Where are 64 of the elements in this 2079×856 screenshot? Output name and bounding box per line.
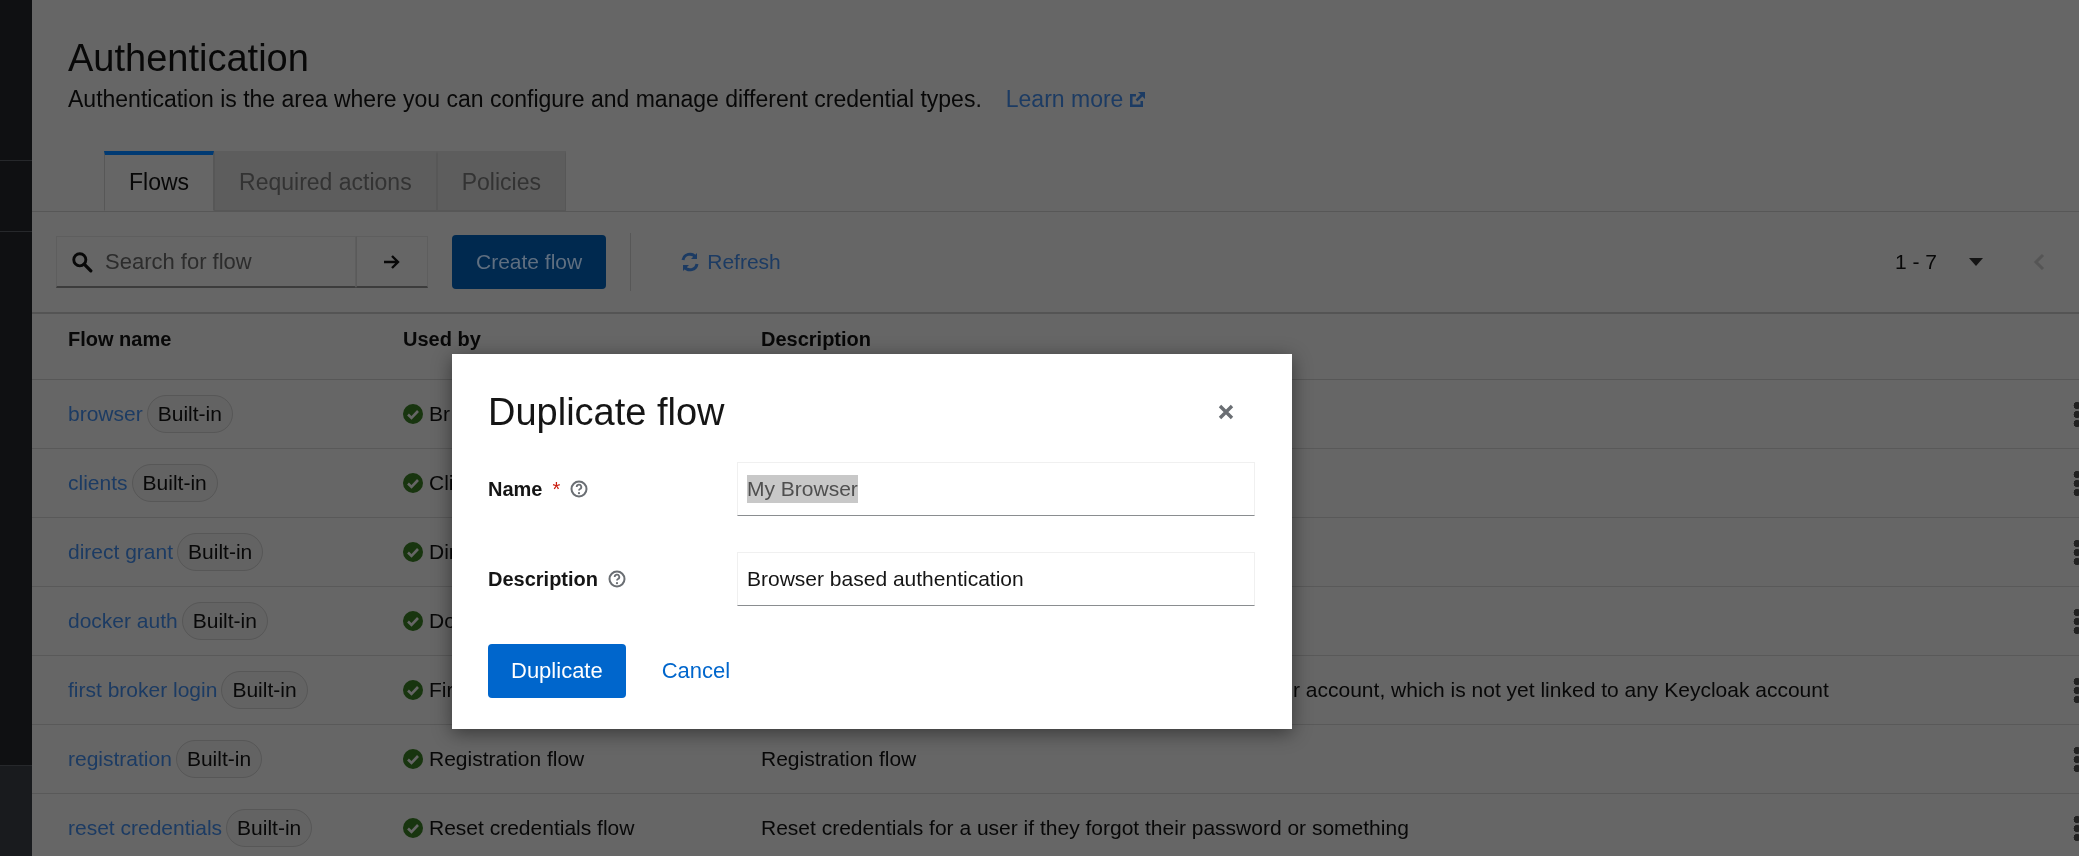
description-text: Registration flow: [761, 747, 917, 771]
check-circle-icon: [403, 749, 423, 769]
kebab-menu-button[interactable]: [2073, 401, 2079, 427]
used-by-text: Cli: [429, 471, 454, 495]
used-by-text: Fir: [429, 678, 454, 702]
flow-name-link[interactable]: clients: [68, 471, 128, 495]
duplicate-button[interactable]: Duplicate: [488, 644, 626, 698]
cancel-link[interactable]: Cancel: [661, 658, 731, 684]
built-in-badge: Built-in: [175, 740, 263, 778]
built-in-badge: Built-in: [226, 809, 313, 847]
built-in-badge: Built-in: [181, 602, 268, 640]
column-header: Description: [761, 328, 872, 350]
help-icon: [608, 570, 627, 588]
tab[interactable]: Flows: [104, 151, 215, 211]
check-circle-icon: [403, 611, 423, 631]
description-text: Reset credentials for a user if they forgot their password or something: [761, 816, 1409, 840]
check-circle-icon: [403, 473, 423, 493]
field-label: Description: [488, 567, 599, 591]
check-circle-icon: [403, 680, 423, 700]
text-field[interactable]: Browser based authentication: [737, 552, 1255, 606]
search-box[interactable]: Search for flow: [56, 236, 356, 288]
caret-down-icon: [1969, 258, 1983, 266]
search-icon: [71, 250, 93, 273]
page-title: Authentication: [68, 36, 310, 80]
check-circle-icon: [403, 818, 423, 838]
external-link-icon: [1127, 89, 1148, 110]
built-in-badge: Built-in: [177, 533, 264, 571]
check-circle-icon: [403, 542, 423, 562]
kebab-menu-button[interactable]: [2073, 539, 2079, 565]
kebab-menu-button[interactable]: [2073, 608, 2079, 634]
page-description: Authentication is the area where you can configure and manage different credential types.: [68, 86, 982, 113]
kebab-menu-button[interactable]: [2073, 815, 2079, 841]
column-header: Used by: [403, 328, 481, 350]
built-in-badge: Built-in: [221, 671, 308, 709]
built-in-badge: Built-in: [146, 395, 233, 433]
flow-name-link[interactable]: browser: [68, 402, 143, 426]
close-icon: [1218, 404, 1234, 420]
dialog-title: Duplicate flow: [488, 390, 725, 434]
field-label: Name: [488, 477, 543, 501]
kebab-menu-button[interactable]: [2073, 746, 2079, 772]
kebab-menu-button[interactable]: [2073, 677, 2079, 703]
used-by-text: Br: [429, 402, 450, 426]
flow-name-link[interactable]: docker auth: [68, 609, 178, 633]
kebab-menu-button[interactable]: [2073, 470, 2079, 496]
flow-name-link[interactable]: reset credentials: [68, 816, 223, 840]
arrow-right-icon: [382, 252, 402, 271]
flow-name-link[interactable]: registration: [68, 747, 172, 771]
pagination-toggle[interactable]: 1 - 7: [1888, 249, 1989, 275]
search-submit-button[interactable]: [356, 236, 428, 288]
check-circle-icon: [403, 404, 423, 424]
used-by-text: Reset credentials flow: [429, 816, 635, 840]
refresh-button[interactable]: Refresh: [679, 250, 781, 274]
built-in-badge: Built-in: [131, 464, 218, 502]
description-text: r account, which is not yet linked to any Keycloak account: [1293, 678, 1829, 702]
learn-more-link[interactable]: Learn more: [1005, 86, 1148, 113]
flow-name-link[interactable]: first broker login: [68, 678, 218, 702]
used-by-text: Registration flow: [429, 747, 585, 771]
flow-name-link[interactable]: direct grant: [68, 540, 174, 564]
column-header: Flow name: [68, 328, 172, 350]
text-field[interactable]: My Browser: [737, 462, 1255, 516]
search-input[interactable]: Search for flow: [105, 244, 345, 279]
help-icon: [570, 480, 589, 498]
required-asterisk: *: [552, 477, 561, 501]
create-flow-button[interactable]: Create flow: [452, 235, 607, 289]
